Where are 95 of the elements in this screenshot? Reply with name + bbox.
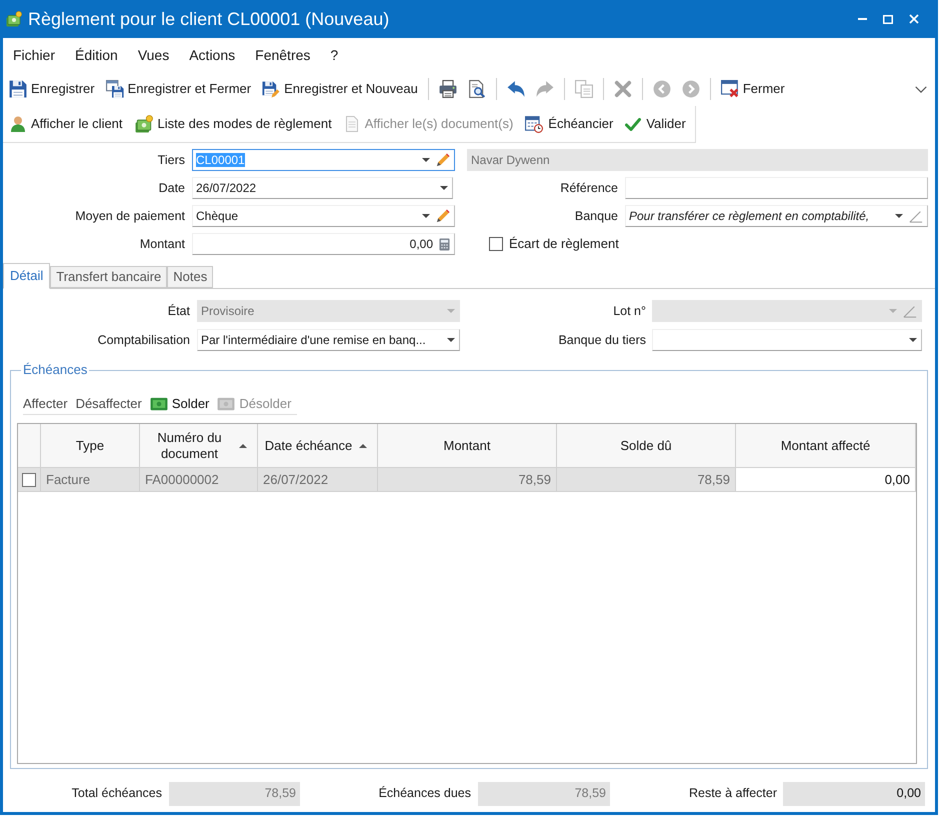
sort-up-icon <box>239 444 247 448</box>
menu-item[interactable]: Fichier <box>13 44 56 66</box>
toolbar-button[interactable]: Afficher le client <box>7 111 126 137</box>
toolbar-button[interactable]: Désaffecter <box>76 392 142 414</box>
table-cell: 78,59 <box>378 468 557 492</box>
toolbar-button[interactable]: Valider <box>622 111 689 137</box>
close-icon <box>909 14 919 24</box>
table-cell: 26/07/2022 <box>258 468 378 492</box>
curved-arrow-left-icon <box>506 80 525 98</box>
caret-down-icon <box>440 186 448 190</box>
menu-item[interactable]: Vues <box>138 44 170 66</box>
pencil-icon <box>903 304 917 318</box>
floppy-disk-pencil-icon <box>262 80 280 98</box>
caret-down-icon <box>895 214 903 218</box>
pencil-icon <box>436 153 450 167</box>
caret-down-icon <box>447 338 455 342</box>
banknotes-icon <box>134 115 153 133</box>
circle-arrow-right-icon <box>682 80 700 98</box>
x-mark-icon <box>614 80 632 98</box>
column-header[interactable]: Montant <box>378 424 557 468</box>
toolbar-button[interactable]: Enregistrer <box>6 76 98 102</box>
menu-item[interactable]: Actions <box>189 44 236 66</box>
menu-item[interactable]: ? <box>330 44 338 66</box>
field-label: Montant <box>138 236 185 253</box>
toolbar-button[interactable]: Fermer <box>718 76 788 102</box>
printer-icon <box>438 80 457 98</box>
document-icon <box>344 116 360 132</box>
menu-item[interactable]: Fenêtres <box>255 44 310 66</box>
dropdown-field[interactable]: 26/07/2022 <box>192 177 453 199</box>
sort-up-icon <box>359 444 367 448</box>
floppy-disk-window-icon <box>106 80 124 98</box>
field-label: Comptabilisation <box>96 332 190 349</box>
table-cell[interactable]: 0,00 <box>736 468 916 492</box>
amount-field: 0,00 <box>783 782 925 806</box>
field-label: État <box>166 302 190 320</box>
checkbox[interactable] <box>489 237 503 251</box>
caret-down-icon <box>447 309 455 313</box>
curved-arrow-right-icon <box>536 80 554 98</box>
field-label: Lot n° <box>612 302 646 320</box>
dropdown-field[interactable]: Par l'intermédiaire d'une remise en banq... <box>197 329 460 351</box>
checkbox[interactable] <box>22 472 36 486</box>
checkbox-label: Écart de règlement <box>509 235 619 254</box>
person-icon <box>10 116 26 132</box>
pencil-icon <box>436 209 450 223</box>
tab[interactable]: Détail <box>3 263 50 289</box>
column-header[interactable]: Type <box>41 424 140 468</box>
field-label: Tiers <box>156 152 185 169</box>
column-header[interactable]: Date échéance <box>258 424 378 468</box>
toolbar-button[interactable]: Affecter <box>23 392 68 414</box>
amount-field: 78,59 <box>169 782 300 806</box>
chevron-down-icon <box>915 86 927 92</box>
dropdown-field[interactable] <box>652 329 922 351</box>
table-cell: FA00000002 <box>140 468 258 492</box>
toolbar-button[interactable]: Enregistrer et Nouveau <box>259 76 421 102</box>
field-label: Banque <box>574 208 618 225</box>
field-label: Référence <box>559 180 618 197</box>
field-label: Reste à affecter <box>688 785 777 802</box>
field-label: Date <box>158 180 185 197</box>
amount-field: 78,59 <box>478 782 610 806</box>
pencil-icon <box>909 209 923 223</box>
toolbar-button[interactable]: Solder <box>150 392 210 414</box>
field-label: Échéances dues <box>378 785 471 802</box>
caret-down-icon <box>422 214 430 218</box>
caret-down-icon <box>422 158 430 162</box>
table-cell: Facture <box>41 468 140 492</box>
page-magnifier-icon <box>468 80 486 98</box>
column-header[interactable]: Numéro du document <box>140 424 258 468</box>
calendar-clock-icon <box>525 115 544 133</box>
dropdown-field[interactable]: Chèque <box>192 205 455 227</box>
tab[interactable]: Notes <box>167 266 214 288</box>
two-pages-icon <box>574 80 593 98</box>
window-x-icon <box>720 80 739 98</box>
text-field[interactable] <box>625 177 928 199</box>
column-header[interactable]: Montant affecté <box>736 424 916 468</box>
dropdown-field[interactable]: Pour transférer ce règlement en comptabilité, <box>625 205 928 227</box>
toolbar-button[interactable]: Enregistrer et Fermer <box>102 76 254 102</box>
toolbar-button[interactable]: Échéancier <box>522 111 616 137</box>
banknotes-icon <box>6 11 22 27</box>
column-header[interactable]: Solde dû <box>557 424 736 468</box>
field-label: Total échéances <box>70 785 162 802</box>
caret-down-icon <box>909 338 917 342</box>
amount-field[interactable]: 0,00 <box>192 233 455 255</box>
field-label: Moyen de paiement <box>74 208 185 225</box>
calculator-icon <box>439 238 450 250</box>
table-cell: 78,59 <box>557 468 736 492</box>
caret-down-icon <box>889 309 897 313</box>
menu-item[interactable]: Édition <box>75 44 118 66</box>
tab[interactable]: Transfert bancaire <box>50 266 168 288</box>
minimize-icon <box>858 18 866 20</box>
toolbar-button[interactable]: Liste des modes de règlement <box>132 111 335 137</box>
field-label: Banque du tiers <box>557 332 646 349</box>
window-title: Règlement pour le client CL00001 (Nouveau) <box>28 8 390 31</box>
maximize-icon <box>883 14 893 24</box>
circle-arrow-left-icon <box>652 80 671 98</box>
check-icon <box>625 118 642 130</box>
